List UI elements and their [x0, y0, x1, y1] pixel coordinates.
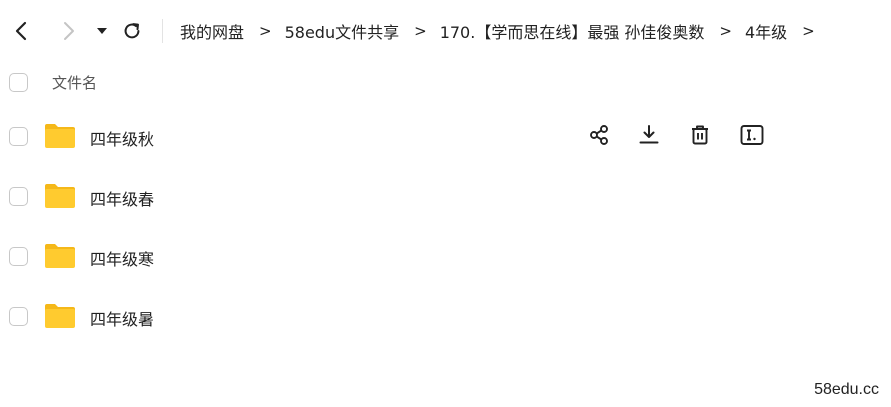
breadcrumb: 我的网盘 > 58edu文件共享 > 170.【学而思在线】最强 孙佳俊奥数 >… [180, 19, 828, 43]
file-name[interactable]: 四年级暑 [90, 306, 154, 330]
list-header: 文件名 [0, 64, 891, 102]
chevron-right-icon [64, 22, 74, 40]
folder-icon [45, 244, 75, 268]
row-checkbox[interactable] [9, 247, 28, 266]
rename-icon [740, 125, 764, 145]
watermark: 58edu.cc [814, 381, 879, 398]
refresh-icon [124, 23, 140, 39]
delete-icon [692, 125, 708, 145]
breadcrumb-separator: > [719, 22, 732, 40]
breadcrumb-separator: > [802, 22, 815, 40]
forward-button[interactable] [56, 19, 80, 43]
chevron-left-icon [15, 21, 27, 41]
breadcrumb-separator: > [414, 22, 427, 40]
history-dropdown[interactable] [94, 23, 110, 39]
toolbar-divider [162, 19, 163, 43]
breadcrumb-item-share[interactable]: 58edu文件共享 [285, 19, 400, 43]
select-all-checkbox[interactable] [9, 73, 28, 92]
file-name[interactable]: 四年级寒 [90, 246, 154, 270]
rename-button[interactable] [739, 122, 765, 148]
list-item[interactable]: 四年级春 [0, 166, 891, 226]
list-item[interactable]: 四年级寒 [0, 226, 891, 286]
folder-icon [45, 124, 75, 148]
row-checkbox[interactable] [9, 187, 28, 206]
refresh-button[interactable] [120, 19, 144, 43]
list-item[interactable]: 四年级暑 [0, 286, 891, 346]
file-name[interactable]: 四年级春 [90, 186, 154, 210]
download-icon [639, 125, 659, 144]
folder-icon [45, 304, 75, 328]
back-button[interactable] [10, 19, 34, 43]
list-item[interactable]: 四年级秋 [0, 106, 891, 166]
row-checkbox[interactable] [9, 307, 28, 326]
breadcrumb-item-grade[interactable]: 4年级 [745, 19, 787, 43]
toolbar: 我的网盘 > 58edu文件共享 > 170.【学而思在线】最强 孙佳俊奥数 >… [0, 0, 891, 62]
breadcrumb-separator: > [259, 22, 272, 40]
folder-icon [45, 184, 75, 208]
share-icon [590, 125, 608, 145]
breadcrumb-item-course[interactable]: 170.【学而思在线】最强 孙佳俊奥数 [440, 19, 705, 43]
file-name[interactable]: 四年级秋 [90, 126, 154, 150]
share-button[interactable] [586, 122, 612, 148]
caret-down-icon [97, 28, 107, 34]
row-checkbox[interactable] [9, 127, 28, 146]
download-button[interactable] [636, 122, 662, 148]
column-header-name[interactable]: 文件名 [52, 72, 97, 93]
delete-button[interactable] [687, 122, 713, 148]
breadcrumb-item-root[interactable]: 我的网盘 [180, 19, 244, 43]
